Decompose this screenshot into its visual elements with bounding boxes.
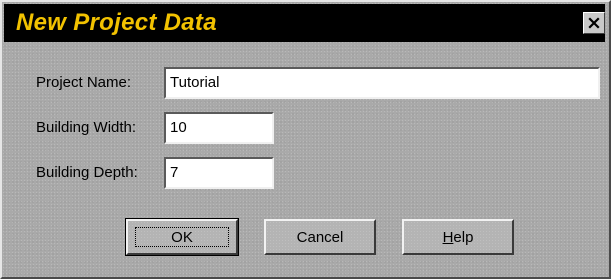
help-button[interactable]: Help (402, 219, 514, 255)
close-icon (588, 17, 600, 29)
project-name-label: Project Name: (36, 74, 132, 91)
building-width-field[interactable]: 10 (164, 112, 274, 144)
building-width-label: Building Width: (36, 119, 137, 136)
cancel-button-label: Cancel (296, 228, 344, 246)
close-button[interactable] (583, 12, 605, 34)
cancel-button[interactable]: Cancel (264, 219, 376, 255)
ok-button-label: OK (171, 228, 193, 246)
new-project-dialog: New Project Data Project Name: Tutorial … (0, 0, 611, 279)
ok-button[interactable]: OK (125, 218, 239, 256)
building-depth-field[interactable]: 7 (164, 157, 274, 189)
help-button-label: Help (443, 229, 474, 246)
dialog-title: New Project Data (16, 9, 217, 36)
help-label-rest: elp (453, 228, 474, 246)
help-mnemonic: H (442, 228, 454, 246)
title-bar[interactable]: New Project Data (4, 4, 605, 42)
project-name-field[interactable]: Tutorial (164, 67, 600, 99)
building-depth-label: Building Depth: (36, 164, 138, 181)
